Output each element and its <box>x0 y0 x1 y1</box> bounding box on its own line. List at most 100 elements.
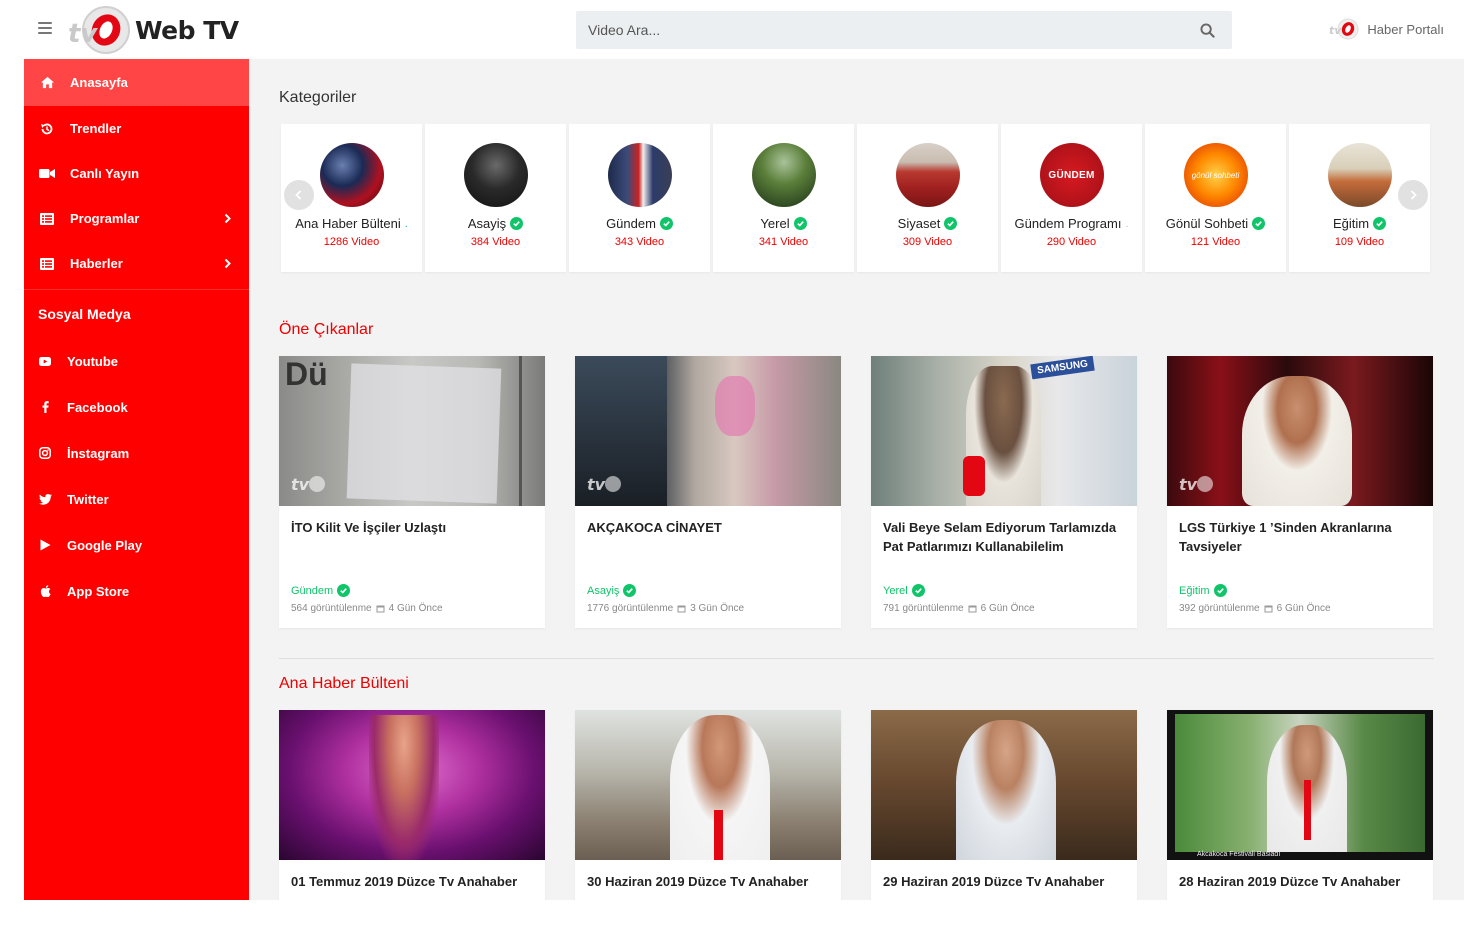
tv-logo-small-icon: tv <box>1329 18 1359 40</box>
category-card[interactable]: Siyaset 309 Video <box>857 124 998 272</box>
doc-sign-text: Dü <box>285 356 328 392</box>
sidebar: Anasayfa Trendler Canlı Yayın Programlar… <box>24 59 249 900</box>
sidebar-item-anasayfa[interactable]: Anasayfa <box>24 59 249 106</box>
video-camera-icon <box>39 167 55 181</box>
social-label: Twitter <box>67 491 109 507</box>
social-instagram[interactable]: İnstagram <box>24 430 249 476</box>
video-thumbnail: Dü tv <box>279 356 545 506</box>
hamburger-menu-icon[interactable] <box>38 22 52 36</box>
featured-video-row: Dü tv İTO Kilit Ve İşçiler Uzlaştı Günde… <box>279 356 1433 628</box>
video-card[interactable]: 01 Temmuz 2019 Düzce Tv Anahaber <box>279 710 545 900</box>
category-thumbnail <box>463 143 528 207</box>
category-name: Ana Haber Bülteni. <box>295 216 408 231</box>
svg-text:tv: tv <box>291 475 310 494</box>
category-thumbnail: GÜNDEM <box>1039 143 1104 207</box>
video-category: Eğitim <box>1167 584 1433 597</box>
google-play-icon <box>38 538 52 552</box>
category-video-count: 121 Video <box>1190 236 1241 248</box>
video-card[interactable]: Akcakoca Festivali Basladı 28 Haziran 20… <box>1167 710 1433 900</box>
calendar-icon <box>1264 605 1273 613</box>
category-video-count: 384 Video <box>470 236 521 248</box>
social-label: App Store <box>67 583 130 599</box>
category-video-count: 309 Video <box>902 236 953 248</box>
video-title: 29 Haziran 2019 Düzce Tv Anahaber <box>883 874 1105 889</box>
list-icon <box>39 212 55 226</box>
video-card[interactable]: Dü tv İTO Kilit Ve İşçiler Uzlaştı Günde… <box>279 356 545 628</box>
sidebar-item-canli-yayin[interactable]: Canlı Yayın <box>24 151 249 196</box>
category-card[interactable]: gönül sohbeti Gönül Sohbeti 121 Video <box>1145 124 1286 272</box>
category-card[interactable]: Asayiş 384 Video <box>425 124 566 272</box>
video-views: 1776 görüntülenme <box>587 603 674 614</box>
carousel-prev-button[interactable] <box>284 180 314 210</box>
chevron-right-icon <box>224 211 231 226</box>
gundem-thumb-text: GÜNDEM <box>1048 169 1095 181</box>
facebook-icon <box>38 400 52 414</box>
history-icon <box>39 122 55 136</box>
categories-title: Kategoriler <box>279 89 357 106</box>
social-media-heading: Sosyal Medya <box>38 306 131 322</box>
social-youtube[interactable]: Youtube <box>24 338 249 384</box>
verified-icon <box>944 217 958 230</box>
store-sign-text: SAMSUNG <box>1030 356 1095 380</box>
video-meta: 392 görüntülenme 6 Gün Önce <box>1167 603 1433 628</box>
category-name: Siyaset <box>898 216 958 231</box>
search-button[interactable] <box>1182 11 1232 49</box>
search-bar <box>576 11 1232 49</box>
video-category: Asayiş <box>575 584 841 597</box>
sidebar-item-haberler[interactable]: Haberler <box>24 241 249 286</box>
video-thumbnail: Akcakoca Festivali Basladı <box>1167 710 1433 860</box>
social-google-play[interactable]: Google Play <box>24 522 249 568</box>
category-card[interactable]: Yerel 341 Video <box>713 124 854 272</box>
category-name: Eğitim <box>1333 216 1387 231</box>
video-title: İTO Kilit Ve İşçiler Uzlaştı <box>291 520 447 535</box>
chevron-left-icon <box>295 190 302 200</box>
sidebar-item-label: Anasayfa <box>70 75 128 90</box>
video-views: 564 görüntülenme <box>291 603 372 614</box>
video-card[interactable]: 30 Haziran 2019 Düzce Tv Anahaber <box>575 710 841 900</box>
portal-label: Haber Portalı <box>1367 21 1444 37</box>
category-thumbnail <box>319 143 384 207</box>
verified-icon <box>659 217 673 230</box>
sohbet-thumb-text: gönül sohbeti <box>1191 170 1240 180</box>
category-card[interactable]: GÜNDEM Gündem Programı. 290 Video <box>1001 124 1142 272</box>
apple-icon <box>38 584 52 598</box>
news-portal-link[interactable]: tv Haber Portalı <box>1329 18 1444 40</box>
carousel-next-button[interactable] <box>1398 180 1428 210</box>
verified-icon <box>337 584 351 597</box>
social-label: İnstagram <box>67 445 130 461</box>
featured-title: Öne Çıkanlar <box>279 321 374 338</box>
category-thumbnail <box>895 143 960 207</box>
category-thumbnail <box>1327 143 1392 207</box>
twitter-icon <box>38 492 52 506</box>
social-app-store[interactable]: App Store <box>24 568 249 614</box>
category-video-count: 109 Video <box>1334 236 1385 248</box>
calendar-icon <box>376 605 385 613</box>
video-title: Vali Beye Selam Ediyorum Tarlamızda Pat … <box>883 520 1117 554</box>
svg-text:tv: tv <box>1179 475 1198 494</box>
categories-carousel: Ana Haber Bülteni. 1286 Video Asayiş 384… <box>281 124 1430 272</box>
sidebar-item-trendler[interactable]: Trendler <box>24 106 249 151</box>
video-thumbnail: tv <box>1167 356 1433 506</box>
category-card[interactable]: Gündem 343 Video <box>569 124 710 272</box>
social-facebook[interactable]: Facebook <box>24 384 249 430</box>
category-thumbnail: gönül sohbeti <box>1183 143 1248 207</box>
video-meta: 791 görüntülenme 6 Gün Önce <box>871 603 1137 628</box>
category-thumbnail <box>751 143 816 207</box>
youtube-icon <box>38 354 52 368</box>
video-card[interactable]: tv AKÇAKOCA CİNAYET Asayiş 1776 görüntül… <box>575 356 841 628</box>
video-card[interactable]: 29 Haziran 2019 Düzce Tv Anahaber <box>871 710 1137 900</box>
svg-text:tv: tv <box>587 475 606 494</box>
sidebar-item-label: Haberler <box>70 256 123 271</box>
search-input[interactable] <box>576 11 1182 49</box>
site-logo[interactable]: tv Web TV <box>66 4 239 56</box>
verified-icon <box>1252 217 1266 230</box>
video-title: AKÇAKOCA CİNAYET <box>587 520 722 535</box>
video-card[interactable]: SAMSUNG Vali Beye Selam Ediyorum Tarlamı… <box>871 356 1137 628</box>
calendar-icon <box>677 605 686 613</box>
main-content: Kategoriler Ana Haber Bülteni. 1286 Vide… <box>249 59 1464 900</box>
sidebar-item-label: Programlar <box>70 211 140 226</box>
video-card[interactable]: tv LGS Türkiye 1 ’Sinden Akranlarına Tav… <box>1167 356 1433 628</box>
social-twitter[interactable]: Twitter <box>24 476 249 522</box>
video-date: 6 Gün Önce <box>1276 603 1331 614</box>
sidebar-item-programlar[interactable]: Programlar <box>24 196 249 241</box>
